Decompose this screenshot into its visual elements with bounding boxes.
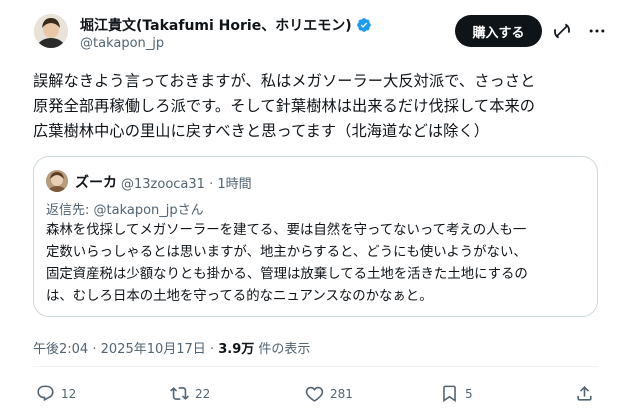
share-action[interactable] <box>575 384 594 403</box>
reply-prefix: 返信先: <box>46 203 94 218</box>
more-options-icon[interactable] <box>587 21 607 41</box>
heart-icon <box>305 386 324 402</box>
quote-text: 森林を伐採してメガソーラーを建てる、要は自然を守ってないって考えの人も一 定数い… <box>46 220 591 308</box>
quote-line: 森林を伐採してメガソーラーを建てる、要は自然を守ってないって考えの人も一 <box>46 223 527 238</box>
bookmark-count: 5 <box>465 386 473 401</box>
verified-badge-icon <box>356 18 371 32</box>
grok-icon[interactable] <box>552 21 572 41</box>
quote-time[interactable]: 1時間 <box>217 177 251 192</box>
author-handle[interactable]: @takapon_jp <box>80 36 164 51</box>
post-meta: 午後2:04 · 2025年10月17日 · 3.9万 件の表示 <box>33 338 310 357</box>
share-icon <box>577 386 592 401</box>
meta-separator: · <box>209 342 215 357</box>
author-name[interactable]: 堀江貴文(Takafumi Horie、ホリエモン) <box>80 15 372 35</box>
divider <box>33 366 598 367</box>
post-date[interactable]: 2025年10月17日 <box>101 342 206 357</box>
post-text: 誤解なきよう言っておきますが、私はメガソーラー大反対派で、さっさと 原発全部再稼… <box>33 69 603 144</box>
reply-handle-link[interactable]: @takapon_jp <box>94 203 178 218</box>
reply-suffix: さん <box>177 203 204 218</box>
repost-action[interactable]: 22 <box>170 384 210 403</box>
reply-action[interactable]: 12 <box>36 384 76 403</box>
bookmark-action[interactable]: 5 <box>440 384 473 403</box>
post-line: 原発全部再稼働しろ派です。そして針葉樹林は出来るだけ伐採して本来の <box>33 97 536 115</box>
reply-count: 12 <box>61 386 77 401</box>
quote-author-handle[interactable]: @13zooca31 <box>121 177 205 192</box>
quote-line: 定数いらっしゃるとは思いますが、地主からすると、どうにも使いようがない、 <box>46 245 527 260</box>
view-label: 件の表示 <box>254 342 311 357</box>
post: 堀江貴文(Takafumi Horie、ホリエモン) @takapon_jp 購… <box>0 0 621 418</box>
reply-icon <box>37 385 54 402</box>
post-line: 広葉樹林中心の里山に戻すべきと思ってます（北海道などは除く） <box>33 122 490 140</box>
view-count: 3.9万 <box>218 342 255 357</box>
post-time[interactable]: 午後2:04 <box>33 342 88 357</box>
quote-author-avatar[interactable] <box>46 170 68 192</box>
repost-icon <box>170 387 189 400</box>
author-avatar[interactable] <box>34 14 68 48</box>
like-count: 281 <box>330 386 353 401</box>
quote-line: 固定資産税は少額なりとも掛かる、管理は放棄してる土地を活きた土地にするの <box>46 267 528 282</box>
meta-separator: · <box>92 342 97 357</box>
quote-reply-to: 返信先: @takapon_jpさん <box>46 199 204 218</box>
quote-separator: · <box>209 177 214 192</box>
quote-line: は、むしろ日本の土地を守ってる的なニュアンスなのかなぁと。 <box>46 289 433 304</box>
post-line: 誤解なきよう言っておきますが、私はメガソーラー大反対派で、さっさと <box>33 72 536 90</box>
bookmark-icon <box>443 385 456 403</box>
like-action[interactable]: 281 <box>305 384 353 403</box>
quote-author-name[interactable]: ズーカ <box>75 172 117 192</box>
quote-meta: @13zooca31 · 1時間 <box>121 173 252 192</box>
author-name-text[interactable]: 堀江貴文(Takafumi Horie、ホリエモン) <box>80 15 352 35</box>
repost-count: 22 <box>195 386 211 401</box>
subscribe-button[interactable]: 購入する <box>455 15 542 47</box>
quoted-post[interactable]: ズーカ @13zooca31 · 1時間 返信先: @takapon_jpさん … <box>33 156 598 317</box>
